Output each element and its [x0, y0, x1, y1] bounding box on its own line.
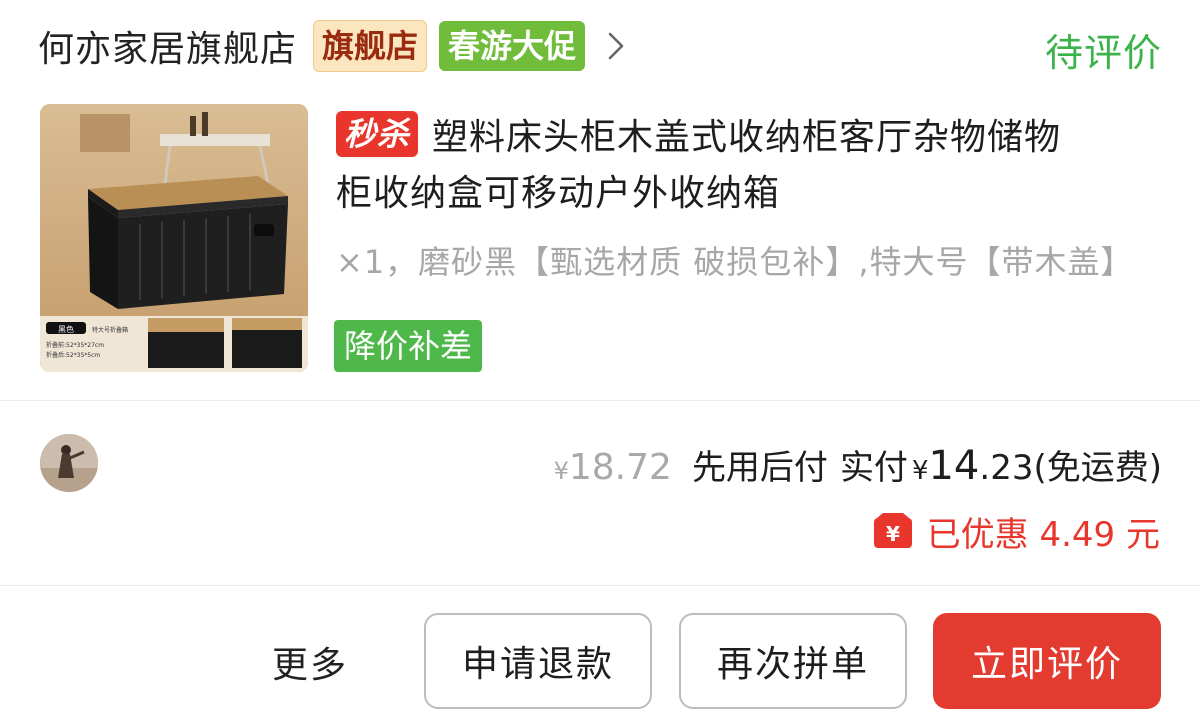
thumb-color-label: 黑色 [58, 324, 74, 334]
thumb-size-label: 特大号折叠箱 [92, 326, 128, 334]
thumb-before-fold: 折叠前:52*35*27cm [46, 341, 104, 349]
price-summary: ¥18.72 先用后付 实付 ¥14.23 (免运费) [554, 440, 1162, 494]
discount-info: ¥ 已优惠 4.49 元 [873, 506, 1160, 556]
actual-price: ¥14.23 [911, 443, 1034, 489]
more-button[interactable]: 更多 [272, 636, 348, 688]
divider [0, 585, 1200, 586]
product-thumbnail[interactable]: 黑色 特大号折叠箱 折叠前:52*35*27cm 折叠后:52*35*5cm [40, 104, 308, 372]
product-spec: ×1，磨砂黑【甄选材质 破损包补】,特大号【带木盖】 [336, 243, 1134, 281]
refund-button[interactable]: 申请退款 [424, 613, 652, 709]
chevron-right-icon[interactable] [605, 31, 627, 61]
yen-coupon-icon: ¥ [873, 512, 913, 550]
product-title-line1: 塑料床头柜木盖式收纳柜客厅杂物储物 [432, 117, 1062, 158]
product-title[interactable]: 秒杀 塑料床头柜木盖式收纳柜客厅杂物储物 [336, 110, 1166, 166]
promo-badge: 春游大促 [439, 21, 586, 71]
discount-amount: 已优惠 4.49 元 [926, 514, 1160, 555]
order-status: 待评价 [1044, 31, 1162, 75]
original-price: ¥18.72 [553, 447, 672, 488]
divider [0, 400, 1200, 401]
avatar[interactable] [40, 434, 98, 492]
reorder-button[interactable]: 再次拼单 [679, 613, 907, 709]
price-drop-tag[interactable]: 降价补差 [334, 320, 483, 372]
store-name[interactable]: 何亦家居旗舰店 [38, 20, 297, 72]
free-shipping-label: (免运费) [1033, 448, 1162, 488]
store-header[interactable]: 何亦家居旗舰店 旗舰店 春游大促 待评价 [38, 14, 1162, 78]
thumb-after-fold: 折叠后:52*35*5cm [46, 351, 100, 359]
product-info[interactable]: 秒杀 塑料床头柜木盖式收纳柜客厅杂物储物 柜收纳盒可移动户外收纳箱 ×1，磨砂黑【… [336, 110, 1166, 292]
seckill-tag: 秒杀 [336, 111, 419, 157]
product-title-line2: 柜收纳盒可移动户外收纳箱 [336, 173, 781, 214]
review-button[interactable]: 立即评价 [933, 613, 1161, 709]
actual-paid-label: 实付 [839, 448, 908, 488]
pay-later-label: 先用后付 [691, 448, 828, 488]
svg-text:¥: ¥ [886, 522, 900, 546]
flagship-badge: 旗舰店 [313, 20, 428, 72]
